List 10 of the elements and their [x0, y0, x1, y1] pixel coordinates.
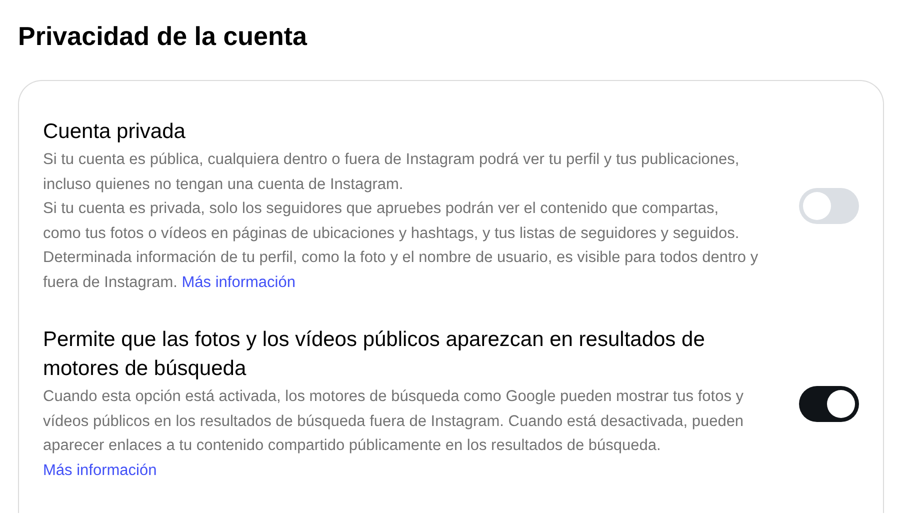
- setting-description: Si tu cuenta es privada, solo los seguidores que apruebes podrán ver el contenido que compartas, como tus fotos o vídeos en páginas de ubicaciones y hashtags, y tus listas de seguidores y seguidos. Determinada información de tu perfil, como la foto y el nombre de usuario, es visible para todos dentro y fuera de Instagram. Más información: [43, 199, 759, 292]
- more-info-link[interactable]: Más información: [43, 462, 157, 478]
- setting-description: Cuando esta opción está activada, los motores de búsqueda como Google pueden mostrar tus fotos y vídeos públicos en los resultados de búsqueda fuera de Instagram. Cuando está desactivada, pueden aparecer enlaces a tu contenido compartido públicamente en los resultados de búsqueda. Más información: [43, 387, 745, 480]
- toggle-switch[interactable]: [799, 188, 859, 224]
- more-info-link[interactable]: Más información: [182, 274, 296, 290]
- setting-description: Si tu cuenta es pública, cualquiera dentro o fuera de Instagram podrá ver tu perfil y tus publicaciones, incluso quienes no tengan una cuenta de Instagram.: [43, 150, 740, 194]
- setting-label: Permite que las fotos y los vídeos públicos aparezcan en resultados de motores de búsqueda: [43, 327, 706, 382]
- page-title: Privacidad de la cuenta: [17, 20, 308, 52]
- setting-label: Cuenta privada: [43, 119, 186, 145]
- toggle-switch[interactable]: [799, 386, 859, 422]
